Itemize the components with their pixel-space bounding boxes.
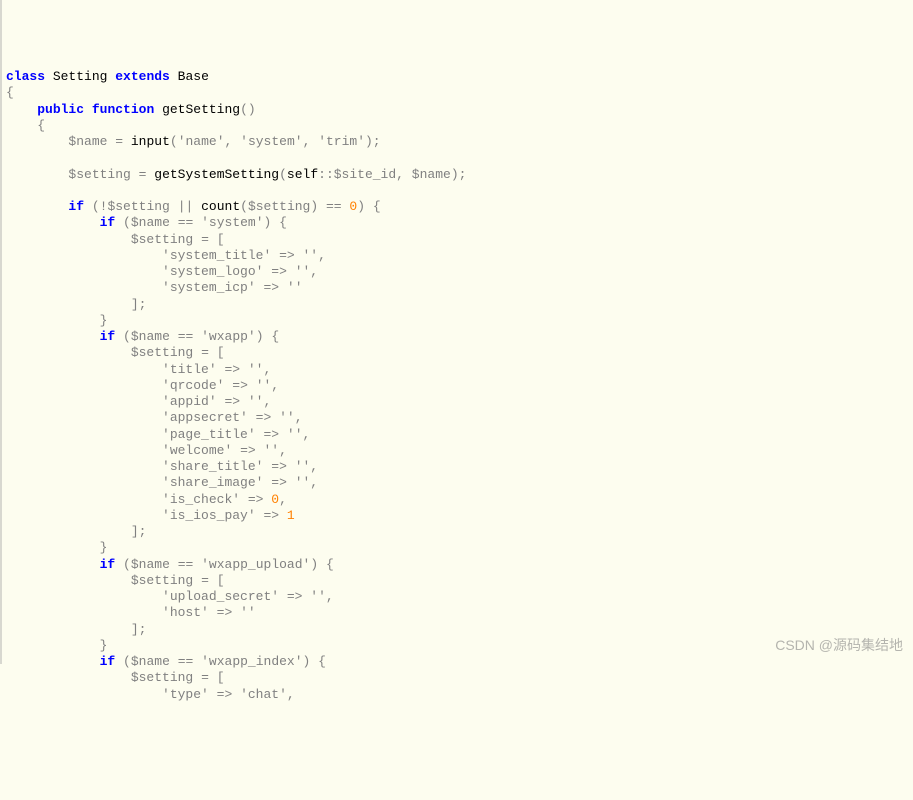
code-line: 'system_logo' => '', [6, 264, 913, 280]
code-line: $name = input('name', 'system', 'trim'); [6, 134, 913, 150]
code-line: 'appsecret' => '', [6, 410, 913, 426]
code-line: 'is_check' => 0, [6, 492, 913, 508]
code-line: 'qrcode' => '', [6, 378, 913, 394]
code-line: 'title' => '', [6, 362, 913, 378]
code-line: 'is_ios_pay' => 1 [6, 508, 913, 524]
code-line: 'share_title' => '', [6, 459, 913, 475]
code-line: 'page_title' => '', [6, 427, 913, 443]
code-line: $setting = [ [6, 670, 913, 686]
code-line: 'type' => 'chat', [6, 687, 913, 703]
code-line: if ($name == 'system') { [6, 215, 913, 231]
code-block: class Setting extends Base{ public funct… [6, 69, 913, 703]
code-line: if ($name == 'wxapp') { [6, 329, 913, 345]
code-line [6, 183, 913, 199]
code-line: 'welcome' => '', [6, 443, 913, 459]
code-line: public function getSetting() [6, 102, 913, 118]
code-line: } [6, 540, 913, 556]
code-line: if ($name == 'wxapp_upload') { [6, 557, 913, 573]
code-line: 'host' => '' [6, 605, 913, 621]
code-line: 'system_title' => '', [6, 248, 913, 264]
code-line: 'share_image' => '', [6, 475, 913, 491]
code-line: if ($name == 'wxapp_index') { [6, 654, 913, 670]
code-line: { [6, 118, 913, 134]
code-line: 'system_icp' => '' [6, 280, 913, 296]
code-line: $setting = [ [6, 573, 913, 589]
code-line [6, 150, 913, 166]
code-line: ]; [6, 524, 913, 540]
code-line: if (!$setting || count($setting) == 0) { [6, 199, 913, 215]
code-line: ]; [6, 297, 913, 313]
code-line: ]; [6, 622, 913, 638]
code-line: $setting = [ [6, 232, 913, 248]
code-line: 'upload_secret' => '', [6, 589, 913, 605]
code-line: $setting = getSystemSetting(self::$site_… [6, 167, 913, 183]
code-line: } [6, 313, 913, 329]
code-line: 'appid' => '', [6, 394, 913, 410]
code-line: class Setting extends Base [6, 69, 913, 85]
watermark: CSDN @源码集结地 [775, 637, 903, 655]
code-line: { [6, 85, 913, 101]
code-line: $setting = [ [6, 345, 913, 361]
